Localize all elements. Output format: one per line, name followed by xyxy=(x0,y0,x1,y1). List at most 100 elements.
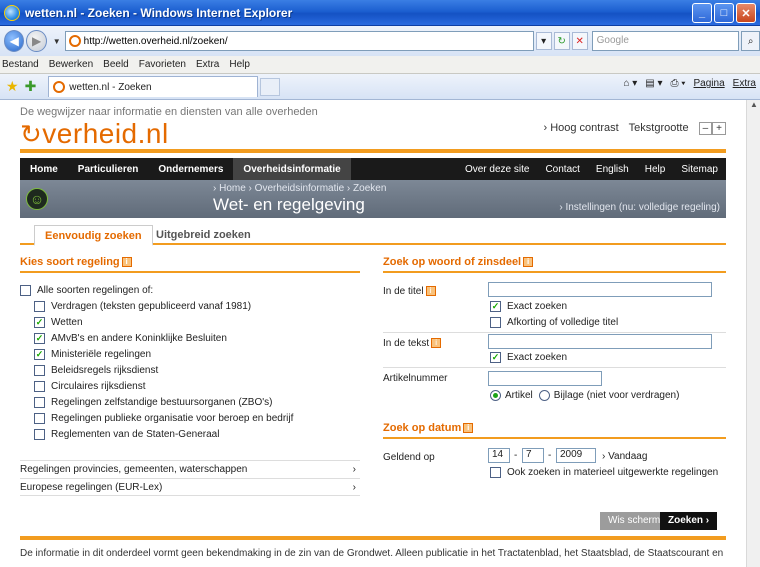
search-icon[interactable]: ⌕ xyxy=(741,31,760,51)
tab-advanced-search[interactable]: Uitgebreid zoeken xyxy=(146,225,261,246)
checkbox[interactable]: ✓ xyxy=(34,317,45,328)
text-smaller-button[interactable]: – xyxy=(698,122,713,135)
info-icon[interactable]: i xyxy=(121,257,132,268)
url-input[interactable]: http://wetten.overheid.nl/zoeken/ xyxy=(64,31,534,51)
link-decentral-regulations[interactable]: Regelingen provincies, gemeenten, waters… xyxy=(20,460,360,478)
home-icon[interactable]: ⌂ ▾ xyxy=(623,78,637,89)
url-dropdown-icon[interactable]: ▾ xyxy=(535,32,552,50)
menu-item-bestand[interactable]: Bestand xyxy=(2,59,39,70)
checkbox[interactable] xyxy=(34,381,45,392)
checkbox[interactable]: ✓ xyxy=(490,352,501,363)
checkbox[interactable] xyxy=(34,429,45,440)
nav-help[interactable]: Help xyxy=(637,164,674,175)
checkbox[interactable]: ✓ xyxy=(490,301,501,312)
logo-swirl-icon: ↻ xyxy=(20,119,43,149)
tools-menu[interactable]: Extra xyxy=(733,78,756,89)
nav-overheidsinformatie[interactable]: Overheidsinformatie xyxy=(233,158,351,180)
accessibility-icon[interactable]: ☺ xyxy=(26,188,48,210)
checkbox-material[interactable]: Ook zoeken in materieel uitgewerkte rege… xyxy=(490,467,718,478)
checkbox-option[interactable]: Verdragen (teksten gepubliceerd vanaf 19… xyxy=(34,301,251,312)
nav-sitemap[interactable]: Sitemap xyxy=(673,164,726,175)
radio-annex[interactable] xyxy=(538,390,550,401)
text-input[interactable] xyxy=(488,334,712,349)
chevron-right-icon: › xyxy=(352,481,356,493)
checkbox-abbreviation[interactable]: Afkorting of volledige titel xyxy=(490,317,618,328)
search-button[interactable]: Zoeken › xyxy=(660,512,718,530)
title-input[interactable] xyxy=(488,282,712,297)
day-input[interactable]: 14 xyxy=(488,448,510,463)
vertical-scrollbar[interactable]: ▲ xyxy=(746,100,760,567)
nav-over-deze-site[interactable]: Over deze site xyxy=(457,164,537,175)
today-link[interactable]: › Vandaag xyxy=(602,451,647,462)
add-favorite-icon[interactable]: ✚ xyxy=(25,78,37,95)
checkbox[interactable] xyxy=(34,301,45,312)
checkbox-exact-title[interactable]: ✓ Exact zoeken xyxy=(490,301,567,312)
checkbox[interactable] xyxy=(34,365,45,376)
checkbox[interactable]: ✓ xyxy=(34,349,45,360)
minimize-button[interactable]: _ xyxy=(692,3,712,23)
breadcrumb[interactable]: › Home › Overheidsinformatie › Zoeken xyxy=(213,183,386,194)
stop-icon[interactable]: ✕ xyxy=(571,32,588,50)
checkbox-option[interactable]: ✓ Wetten xyxy=(34,317,83,328)
close-button[interactable]: ✕ xyxy=(736,3,756,23)
high-contrast-link[interactable]: › Hoog contrast xyxy=(543,122,618,134)
checkbox[interactable] xyxy=(34,397,45,408)
nav-contact[interactable]: Contact xyxy=(537,164,587,175)
forward-button[interactable]: ▶ xyxy=(26,30,47,52)
info-icon[interactable]: i xyxy=(463,423,474,434)
checkbox[interactable] xyxy=(20,285,31,296)
article-input[interactable] xyxy=(488,371,602,386)
menu-item-favorieten[interactable]: Favorieten xyxy=(139,59,186,70)
month-input[interactable]: 7 xyxy=(522,448,544,463)
menu-item-bewerken[interactable]: Bewerken xyxy=(49,59,93,70)
checkbox-option[interactable]: Regelingen zelfstandige bestuursorganen … xyxy=(34,397,272,408)
scroll-up-icon[interactable]: ▲ xyxy=(747,100,760,114)
checkbox[interactable] xyxy=(490,317,501,328)
search-input[interactable]: Google xyxy=(591,31,740,51)
checkbox-option[interactable]: Reglementen van de Staten-Generaal xyxy=(34,429,219,440)
settings-link[interactable]: › Instellingen (nu: volledige regeling) xyxy=(559,202,720,213)
checkbox[interactable] xyxy=(34,413,45,424)
link-eur-lex[interactable]: Europese regelingen (EUR-Lex) › xyxy=(20,478,360,496)
checkbox-option[interactable]: Regelingen publieke organisatie voor ber… xyxy=(34,413,293,424)
info-icon[interactable]: i xyxy=(431,338,442,349)
checkbox-option[interactable]: ✓ AMvB's en andere Koninklijke Besluiten xyxy=(34,333,227,344)
checkbox-option[interactable]: ✓ Ministeriële regelingen xyxy=(34,349,151,360)
feeds-icon[interactable]: ▤ ▾ xyxy=(645,78,662,89)
nav-english[interactable]: English xyxy=(588,164,637,175)
browser-tab[interactable]: wetten.nl - Zoeken xyxy=(48,76,259,97)
history-dropdown-icon[interactable]: ▼ xyxy=(53,37,61,46)
tab-simple-search[interactable]: Eenvoudig zoeken xyxy=(34,225,153,246)
checkbox-option[interactable]: Beleidsregels rijksdienst xyxy=(34,365,158,376)
disclaimer-text: De informatie in dit onderdeel vormt gee… xyxy=(20,548,724,559)
info-icon[interactable]: i xyxy=(425,286,436,297)
menu-item-help[interactable]: Help xyxy=(229,59,250,70)
nav-home[interactable]: Home xyxy=(20,158,68,180)
maximize-button[interactable]: □ xyxy=(714,3,734,23)
checkbox-all-kinds[interactable]: Alle soorten regelingen of: xyxy=(20,285,153,296)
radio-article[interactable] xyxy=(490,390,501,401)
print-icon[interactable]: ⎙ ▾ xyxy=(671,78,686,89)
nav-ondernemers[interactable]: Ondernemers xyxy=(148,158,233,180)
checkbox-label: Beleidsregels rijksdienst xyxy=(51,365,159,376)
text-larger-button[interactable]: + xyxy=(712,122,726,135)
checkbox[interactable] xyxy=(490,467,501,478)
menu-item-beeld[interactable]: Beeld xyxy=(103,59,129,70)
page-menu[interactable]: Pagina xyxy=(694,78,725,89)
year-input[interactable]: 2009 xyxy=(556,448,596,463)
checkbox-exact-text[interactable]: ✓ Exact zoeken xyxy=(490,352,567,363)
refresh-icon[interactable]: ↻ xyxy=(553,32,570,50)
new-tab-button[interactable] xyxy=(260,77,281,96)
section-heading-word: Zoek op woord of zinsdeel i xyxy=(383,256,534,268)
checkbox-option[interactable]: Circulaires rijksdienst xyxy=(34,381,145,392)
checkbox-label: Regelingen zelfstandige bestuursorganen … xyxy=(51,397,273,408)
back-button[interactable]: ◀ xyxy=(4,30,25,52)
checkbox[interactable]: ✓ xyxy=(34,333,45,344)
site-logo[interactable]: ↻verheid.nl xyxy=(20,118,169,150)
info-icon[interactable]: i xyxy=(523,257,534,268)
nav-particulieren[interactable]: Particulieren xyxy=(68,158,149,180)
text-label: In de tekst i xyxy=(383,338,442,349)
favorites-star-icon[interactable]: ★ xyxy=(6,78,19,95)
menu-item-extra[interactable]: Extra xyxy=(196,59,219,70)
clear-button[interactable]: Wis scherm xyxy=(600,512,669,530)
